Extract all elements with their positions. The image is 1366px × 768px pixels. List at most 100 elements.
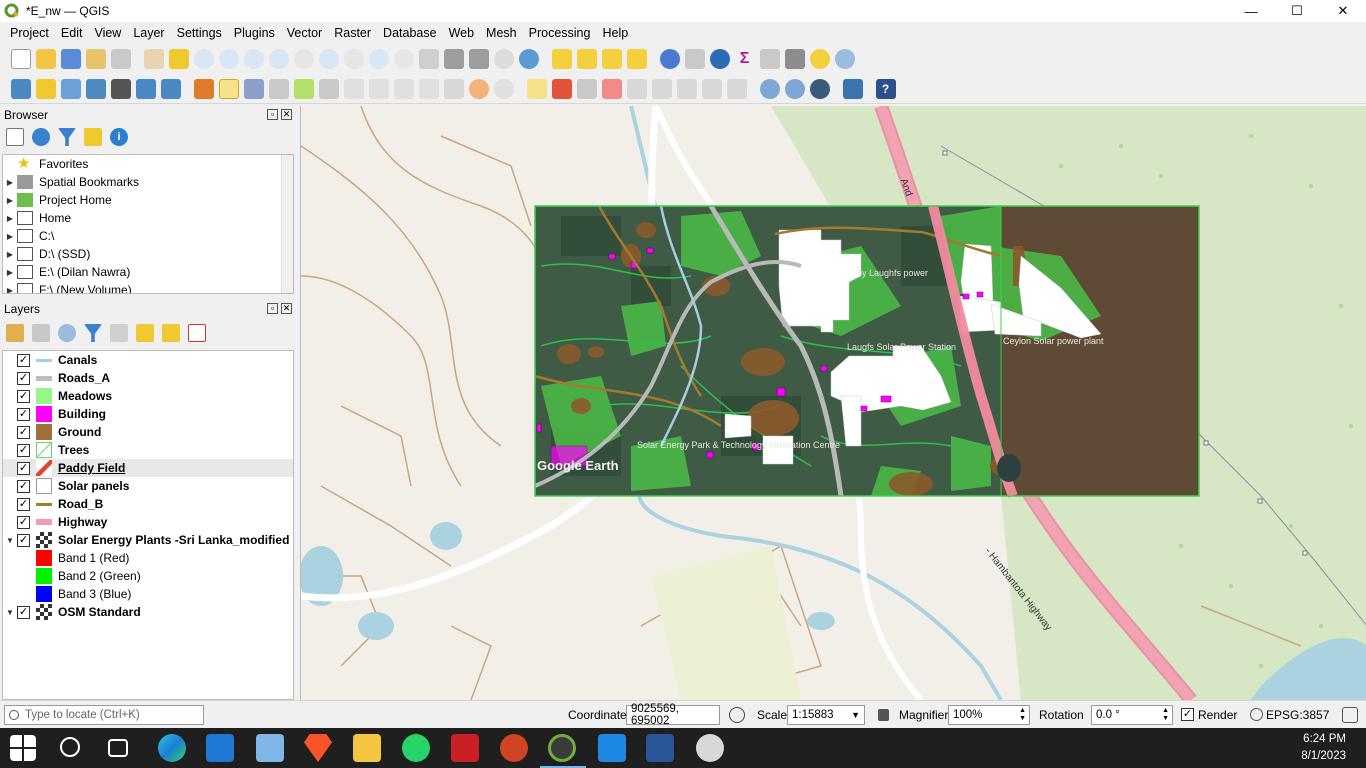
search-icon[interactable] [60, 737, 80, 757]
modify-attributes-icon[interactable] [343, 78, 364, 99]
crs-globe-icon[interactable] [1250, 708, 1263, 721]
layer-row[interactable]: ✓ Canals [3, 351, 293, 369]
browser-item[interactable]: ▶ Spatial Bookmarks [3, 173, 293, 191]
toggle-extents-icon[interactable] [729, 707, 745, 723]
save-edits-icon[interactable] [243, 78, 264, 99]
field-calculator-icon[interactable] [759, 49, 780, 69]
browser-scrollbar[interactable] [281, 155, 293, 293]
rotate-label-icon[interactable] [651, 78, 672, 99]
layer-checkbox[interactable]: ✓ [17, 479, 30, 493]
remove-layer-icon[interactable] [188, 324, 206, 342]
show-labels-icon[interactable] [601, 78, 622, 99]
taskbar-clock[interactable]: 6:24 PM 8/1/2023 [1301, 731, 1346, 765]
close-panel-icon[interactable]: ✕ [281, 303, 292, 314]
zoom-out-icon[interactable] [218, 49, 239, 69]
move-label-icon[interactable] [626, 78, 647, 99]
new-map-view-icon[interactable] [418, 49, 439, 69]
scale-combobox[interactable]: 1:15883 ▼ [787, 705, 865, 725]
winzip-icon[interactable] [451, 734, 479, 762]
layer-row[interactable]: ✓ Building [3, 405, 293, 423]
show-bookmarks-icon[interactable] [468, 49, 489, 69]
expand-all-icon[interactable] [136, 324, 154, 342]
save-project-icon[interactable] [60, 49, 81, 69]
messages-icon[interactable] [1342, 707, 1358, 723]
menu-view[interactable]: View [88, 26, 127, 40]
layer-row[interactable]: ✓ Trees [3, 441, 293, 459]
open-project-icon[interactable] [35, 49, 56, 69]
windows-start-icon[interactable] [10, 735, 36, 761]
float-panel-icon[interactable]: ▫ [267, 109, 278, 120]
label-properties-icon[interactable] [701, 78, 722, 99]
cut-features-icon[interactable] [393, 78, 414, 99]
layer-checkbox[interactable]: ✓ [17, 461, 30, 475]
layer-checkbox[interactable]: ✓ [17, 443, 30, 457]
menu-help[interactable]: Help [596, 26, 634, 40]
menu-vector[interactable]: Vector [281, 26, 328, 40]
menu-web[interactable]: Web [443, 26, 480, 40]
layer-row[interactable]: ✓ Roads_A [3, 369, 293, 387]
browser-item[interactable]: ▶ D:\ (SSD) [3, 245, 293, 263]
menu-edit[interactable]: Edit [55, 26, 89, 40]
diagram-icon[interactable] [726, 78, 747, 99]
change-label-icon[interactable] [676, 78, 697, 99]
layer-row[interactable]: ✓ Solar panels [3, 477, 293, 495]
globe-plugin-icon[interactable] [809, 78, 830, 99]
layer-checkbox[interactable]: ✓ [17, 389, 30, 403]
help-icon[interactable]: ? [875, 78, 896, 99]
add-raster-layer-icon[interactable] [60, 78, 81, 99]
map-tips-icon[interactable] [809, 49, 830, 69]
pin-labels-icon[interactable] [576, 78, 597, 99]
word-icon[interactable] [646, 734, 674, 762]
lock-scale-icon[interactable] [878, 709, 889, 721]
layer-checkbox[interactable]: ✓ [17, 407, 30, 421]
pan-map-icon[interactable] [143, 49, 164, 69]
menu-plugins[interactable]: Plugins [228, 26, 281, 40]
undo-icon[interactable] [468, 78, 489, 99]
add-wms-icon[interactable] [110, 78, 131, 99]
open-attribute-table-icon[interactable] [684, 49, 705, 69]
layer-row[interactable]: ✓ Paddy Field [3, 459, 293, 477]
copy-features-icon[interactable] [418, 78, 439, 99]
new-project-icon[interactable] [10, 49, 31, 69]
layout-manager-icon[interactable] [110, 49, 131, 69]
close-button[interactable]: ✕ [1320, 0, 1366, 22]
collapse-all-icon[interactable] [84, 128, 102, 146]
select-by-location-icon[interactable] [626, 49, 647, 69]
zoom-in-icon[interactable] [193, 49, 214, 69]
magnifier-spinbox[interactable]: 100% ▲ ▼ [948, 705, 1030, 725]
add-spatialite-icon[interactable] [85, 78, 106, 99]
layers-tree[interactable]: ✓ Canals ✓ Roads_A ✓ Meadows ✓ Building ✓ Gro… [2, 350, 294, 700]
browser-item[interactable]: ▶ F:\ (New Volume) [3, 281, 293, 293]
statistical-summary-icon[interactable]: Σ [734, 49, 755, 69]
browser-item[interactable]: ▶ Home [3, 209, 293, 227]
filter-by-expression-icon[interactable] [110, 324, 128, 342]
layer-checkbox[interactable]: ✓ [17, 425, 30, 439]
add-vector-layer-icon[interactable] [35, 78, 56, 99]
layer-row[interactable]: ▼ ✓ Solar Energy Plants -Sri Lanka_modifie… [3, 531, 293, 549]
layer-checkbox[interactable]: ✓ [17, 515, 30, 529]
file-explorer-icon[interactable] [353, 734, 381, 762]
menu-settings[interactable]: Settings [171, 26, 228, 40]
identify-features-icon[interactable] [659, 49, 680, 69]
browser-tree[interactable]: ★ Favorites ▶ Spatial Bookmarks ▶ Project H… [2, 154, 294, 294]
locator-search-icon[interactable] [834, 49, 855, 69]
manage-visibility-icon[interactable] [58, 324, 76, 342]
pan-to-selection-icon[interactable] [168, 49, 189, 69]
crs-label[interactable]: EPSG:3857 [1266, 708, 1329, 722]
new-print-layout-icon[interactable] [85, 49, 106, 69]
select-by-value-icon[interactable] [576, 49, 597, 69]
new-bookmark-icon[interactable] [443, 49, 464, 69]
menu-layer[interactable]: Layer [127, 26, 170, 40]
maximize-button[interactable]: ☐ [1274, 0, 1320, 22]
powerpoint-icon[interactable] [500, 734, 528, 762]
toggle-editing-icon[interactable] [218, 78, 239, 99]
deselect-all-icon[interactable] [601, 49, 622, 69]
layer-checkbox[interactable]: ✓ [17, 605, 30, 619]
menu-mesh[interactable]: Mesh [480, 26, 523, 40]
metasearch-icon[interactable] [759, 78, 780, 99]
zoom-to-layer-icon[interactable] [318, 49, 339, 69]
layer-styling-icon[interactable] [6, 324, 24, 342]
label-abc-icon[interactable] [526, 78, 547, 99]
measure-line-icon[interactable] [784, 49, 805, 69]
toolbox-icon[interactable] [709, 49, 730, 69]
